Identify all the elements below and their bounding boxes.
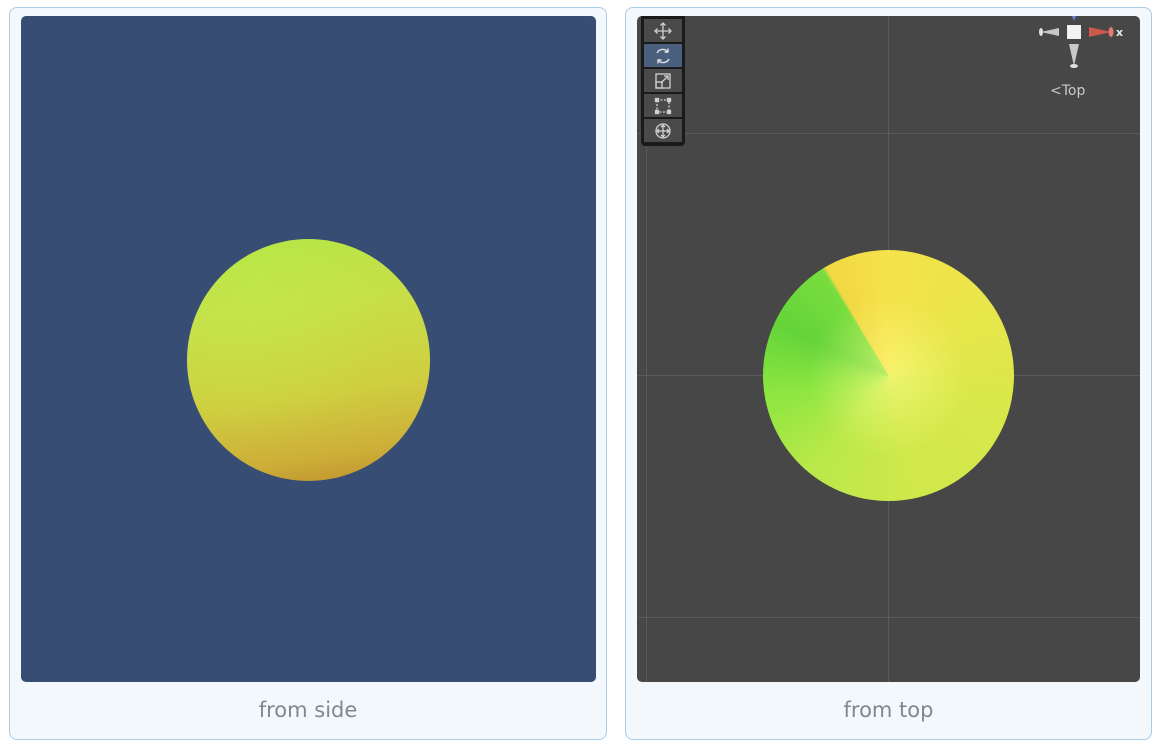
rect-icon xyxy=(654,97,672,114)
scale-icon xyxy=(655,72,671,89)
rotate-icon xyxy=(656,48,670,63)
rect-tool-button[interactable] xyxy=(644,94,682,117)
transform-tool-button[interactable] xyxy=(644,119,682,142)
tool-palette xyxy=(641,16,685,146)
caption-top: from top xyxy=(843,698,934,722)
grid-line xyxy=(637,133,1140,134)
image-card-top: x <Top from top xyxy=(625,7,1152,740)
axis-gizmo-icon: x xyxy=(1039,16,1123,68)
move-icon xyxy=(654,21,672,40)
orientation-gizmo[interactable]: x xyxy=(1035,16,1125,76)
grid-line xyxy=(637,617,1140,618)
caption-side: from side xyxy=(258,698,358,722)
sphere xyxy=(763,250,1014,501)
scene-view[interactable]: x <Top xyxy=(637,16,1140,682)
transform-icon xyxy=(655,122,671,139)
rotate-tool-button[interactable] xyxy=(644,44,682,67)
view-label[interactable]: <Top xyxy=(1050,83,1085,99)
move-tool-button[interactable] xyxy=(644,19,682,42)
gizmo-axis-label: x xyxy=(1116,26,1123,39)
perspective-icon: < xyxy=(1050,83,1062,99)
view-label-text: Top xyxy=(1061,83,1086,99)
image-card-side: from side xyxy=(9,7,607,740)
sphere xyxy=(187,239,430,481)
scale-tool-button[interactable] xyxy=(644,69,682,92)
side-view-render xyxy=(21,16,596,682)
